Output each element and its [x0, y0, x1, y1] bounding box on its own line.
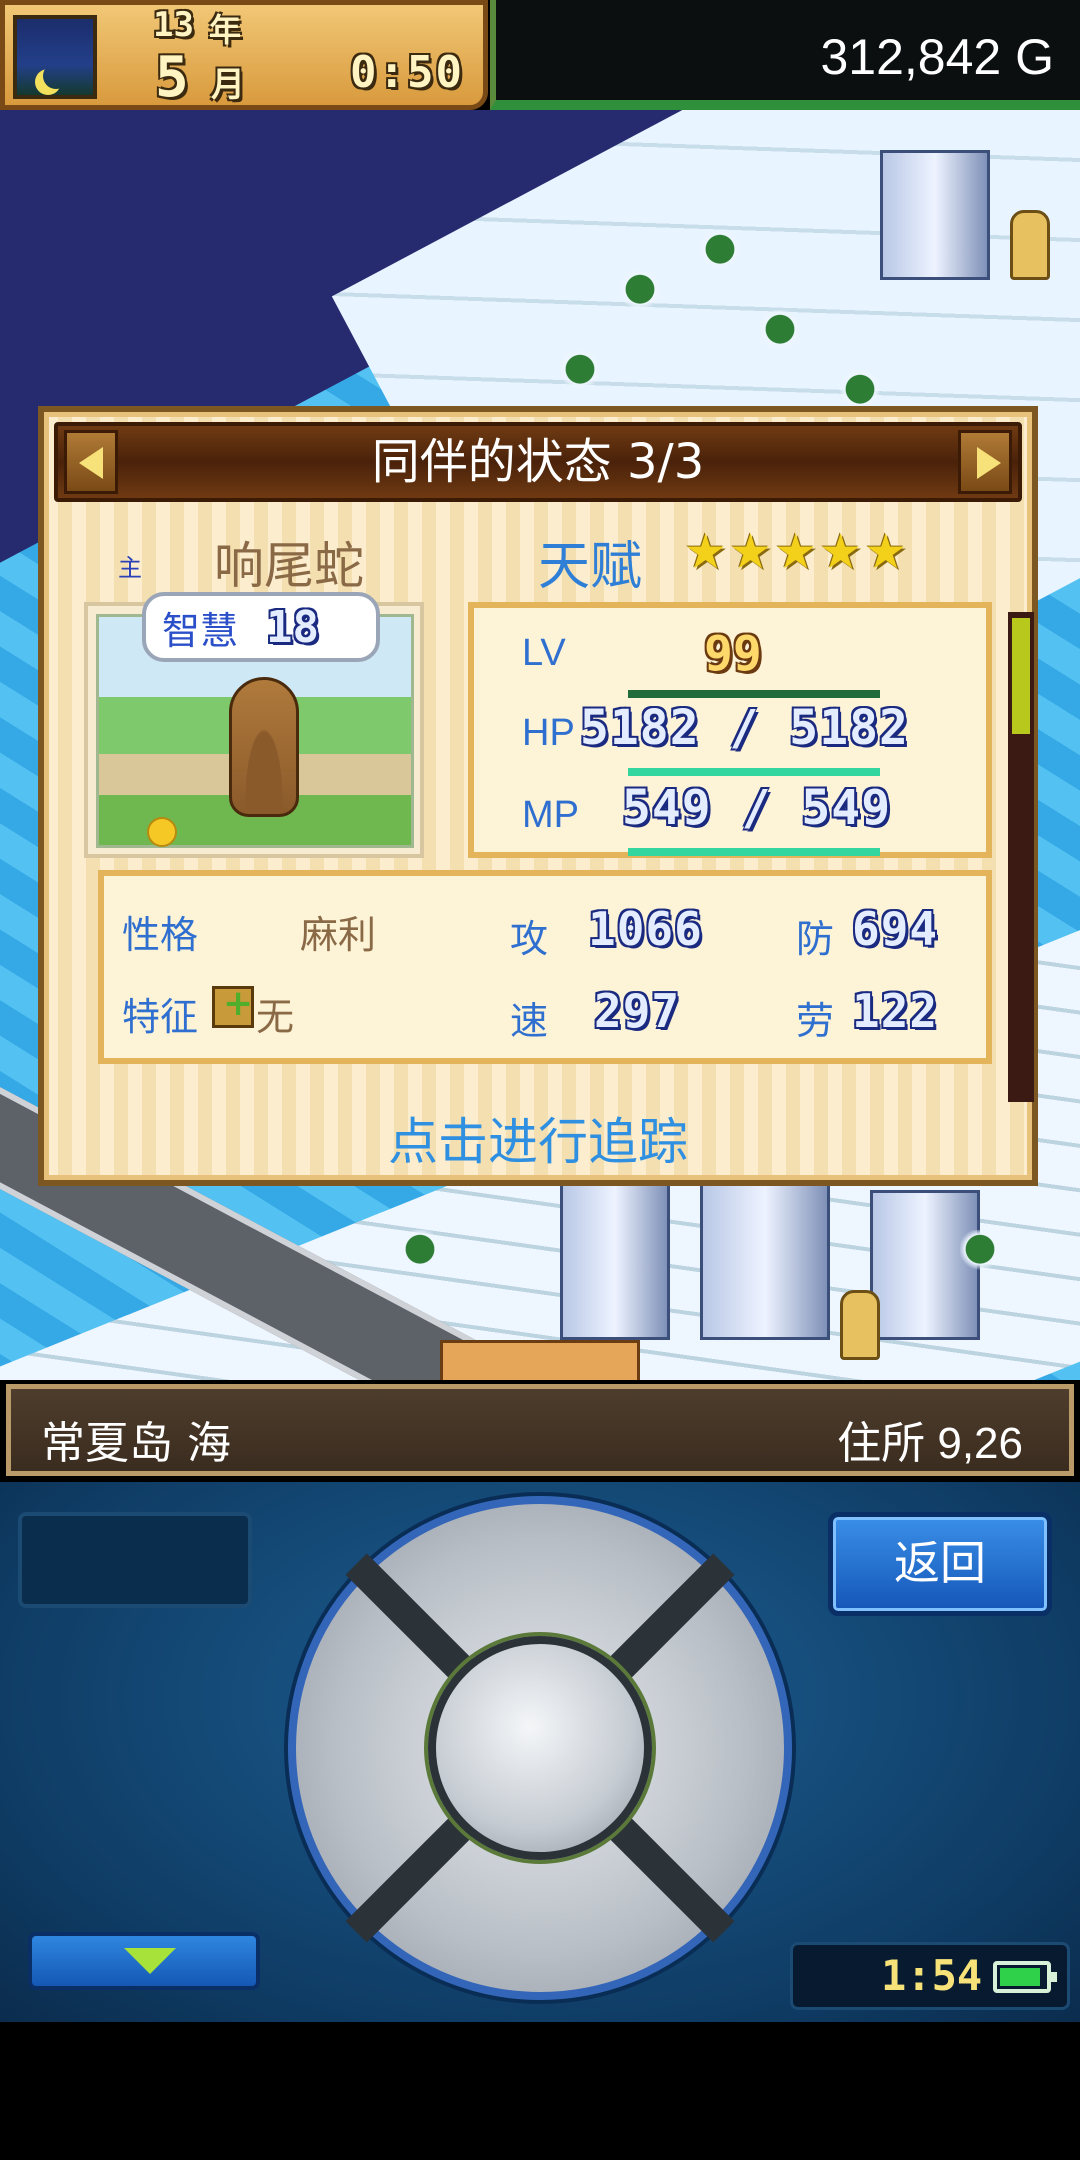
dpad-center-button[interactable] [428, 1636, 652, 1860]
star-icon: ★ [729, 524, 773, 580]
mp-bar [628, 848, 880, 856]
dpad[interactable] [288, 1496, 792, 2000]
tree [700, 230, 740, 278]
attributes-box: 性格 麻利 特征 无 攻 1066 防 694 速 297 劳 122 [98, 870, 992, 1064]
panel-title: 同伴的状态 3/3 [371, 434, 705, 490]
lv-value: 99 [704, 626, 762, 682]
star-icon: ★ [774, 524, 818, 580]
flower-icon [147, 817, 177, 847]
defense-label: 防 [796, 917, 835, 961]
talent-label: 天赋 [538, 537, 643, 597]
speed-value: 297 [594, 984, 681, 1038]
hp-bar [628, 768, 880, 776]
speed-label: 速 [510, 999, 549, 1043]
pier[interactable] [440, 1340, 640, 1380]
mp-value: 549 / 549 [622, 780, 892, 836]
building[interactable] [880, 150, 990, 280]
track-link[interactable]: 点击进行追踪 [44, 1102, 1032, 1174]
game-clock: 0:50 [350, 47, 464, 98]
battery-icon [993, 1961, 1057, 1993]
attack-label: 攻 [510, 917, 549, 961]
year-number: 13 [153, 5, 194, 45]
location-name: 常夏岛 海 [41, 1418, 231, 1469]
wisdom-label: 智慧 [162, 608, 239, 653]
night-season-icon [13, 15, 97, 99]
tree [960, 1230, 1000, 1278]
empty-slot [18, 1512, 252, 1608]
star-icon: ★ [684, 524, 728, 580]
statue[interactable] [1010, 210, 1050, 280]
labor-value: 122 [852, 984, 939, 1038]
tree [560, 350, 600, 398]
money-display: 312,842 G [490, 0, 1080, 110]
trait-icon [212, 983, 254, 1028]
hp-label: HP [522, 712, 575, 754]
wisdom-value: 18 [266, 601, 319, 653]
personality-value: 麻利 [300, 913, 377, 957]
tree [400, 1230, 440, 1278]
prev-companion-button[interactable] [64, 430, 118, 494]
tree [760, 310, 800, 358]
statue[interactable] [840, 1290, 880, 1360]
date-panel: 13 年 5 月 0:50 [0, 0, 488, 110]
companion-name: 响尾蛇 [214, 537, 364, 595]
building[interactable] [700, 1170, 830, 1340]
snake-sprite [229, 677, 299, 817]
month-unit: 月 [211, 65, 245, 105]
mp-label: MP [522, 794, 579, 836]
building[interactable] [560, 1170, 670, 1340]
collapse-down-button[interactable] [28, 1932, 260, 1990]
lv-label: LV [522, 632, 566, 674]
wisdom-bubble: 智慧 18 [142, 592, 380, 662]
defense-value: 694 [852, 902, 939, 956]
personality-label: 性格 [122, 913, 199, 957]
tree [620, 270, 660, 318]
level-stats-box: LV 99 HP 5182 / 5182 MP 549 / 549 [468, 602, 992, 858]
scroll-thumb[interactable] [1012, 618, 1030, 734]
month-number: 5 [155, 45, 189, 110]
device-time: 1:54 [881, 1951, 983, 2000]
trait-value: 无 [256, 995, 295, 1039]
next-companion-button[interactable] [958, 430, 1012, 494]
hp-value: 5182 / 5182 [580, 700, 909, 756]
labor-label: 劳 [796, 999, 835, 1043]
year-unit: 年 [209, 11, 242, 49]
star-icon: ★ [819, 524, 863, 580]
panel-title-bar: 同伴的状态 3/3 [54, 422, 1022, 502]
trait-label: 特征 [122, 995, 199, 1039]
controller-panel: 返回 1:54 [0, 1482, 1080, 2022]
location-bar: 常夏岛 海 住所 9,26 [6, 1384, 1074, 1476]
location-address: 住所 9,26 [837, 1419, 1023, 1468]
main-tag: 主 [118, 554, 142, 582]
talent-stars: ★ ★ ★ ★ ★ [684, 528, 907, 576]
money-amount: 312,842 G [820, 29, 1054, 85]
companion-status-panel: 同伴的状态 3/3 主 响尾蛇 天赋 ★ ★ ★ ★ ★ 智慧 18 LV 99… [38, 406, 1038, 1186]
back-button[interactable]: 返回 [828, 1512, 1052, 1616]
attack-value: 1066 [588, 902, 703, 956]
device-clock-box: 1:54 [790, 1942, 1070, 2010]
star-icon: ★ [864, 524, 908, 580]
lv-bar [628, 690, 880, 698]
panel-scrollbar[interactable] [1008, 612, 1034, 1102]
